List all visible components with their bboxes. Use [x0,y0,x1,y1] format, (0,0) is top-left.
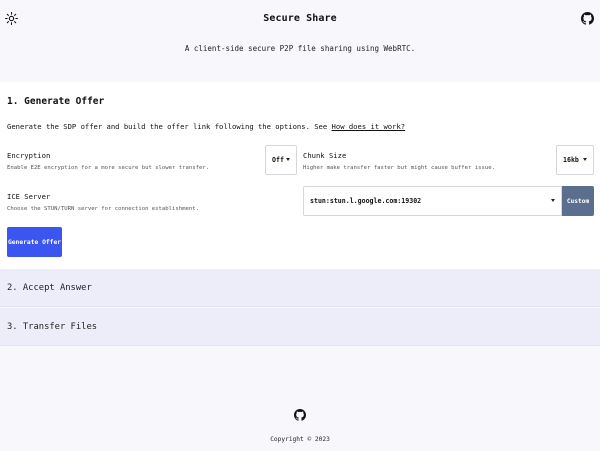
chunk-size-value: 16kb [563,156,579,164]
ice-server-help: Choose the STUN/TURN server for connecti… [7,206,199,212]
github-icon[interactable] [581,12,594,25]
app-title: Secure Share [263,13,337,24]
section-title-accept: 2. Accept Answer [7,283,92,293]
generate-offer-button[interactable]: Generate Offer [7,227,62,257]
custom-ice-button[interactable]: Custom [562,186,594,216]
chevron-down-icon [551,199,555,202]
transfer-files-section[interactable]: 3. Transfer Files [0,308,600,346]
copyright-text: Copyright © 2023 [270,436,330,443]
ice-server-value: stun:stun.l.google.com:19302 [310,197,422,205]
section-title-transfer: 3. Transfer Files [7,322,98,332]
generate-description: Generate the SDP offer and build the off… [7,122,405,131]
chunk-size-help: Higher make transfer faster but might ca… [303,165,495,171]
description-text: Generate the SDP offer and build the off… [7,122,332,131]
chevron-down-icon [286,158,290,161]
how-it-works-link[interactable]: How does it work? [332,122,406,131]
generate-offer-section: 1. Generate Offer Generate the SDP offer… [0,82,600,269]
app-tagline: A client-side secure P2P file sharing us… [184,44,416,53]
ice-server-select[interactable]: stun:stun.l.google.com:19302 [303,186,562,216]
encryption-select[interactable]: Off [265,145,297,175]
encryption-value: Off [272,156,284,164]
encryption-label: Encryption [7,151,51,160]
chunk-size-label: Chunk Size [303,151,347,160]
ice-server-label: ICE Server [7,192,51,201]
github-icon[interactable] [294,409,306,421]
chevron-down-icon [583,158,587,161]
section-title-generate: 1. Generate Offer [7,96,105,107]
encryption-help: Enable E2E encryption for a more secure … [7,165,210,171]
app-header: Secure Share A client-side secure P2P fi… [0,0,600,82]
chunk-size-select[interactable]: 16kb [556,145,594,175]
accept-answer-section[interactable]: 2. Accept Answer [0,269,600,307]
